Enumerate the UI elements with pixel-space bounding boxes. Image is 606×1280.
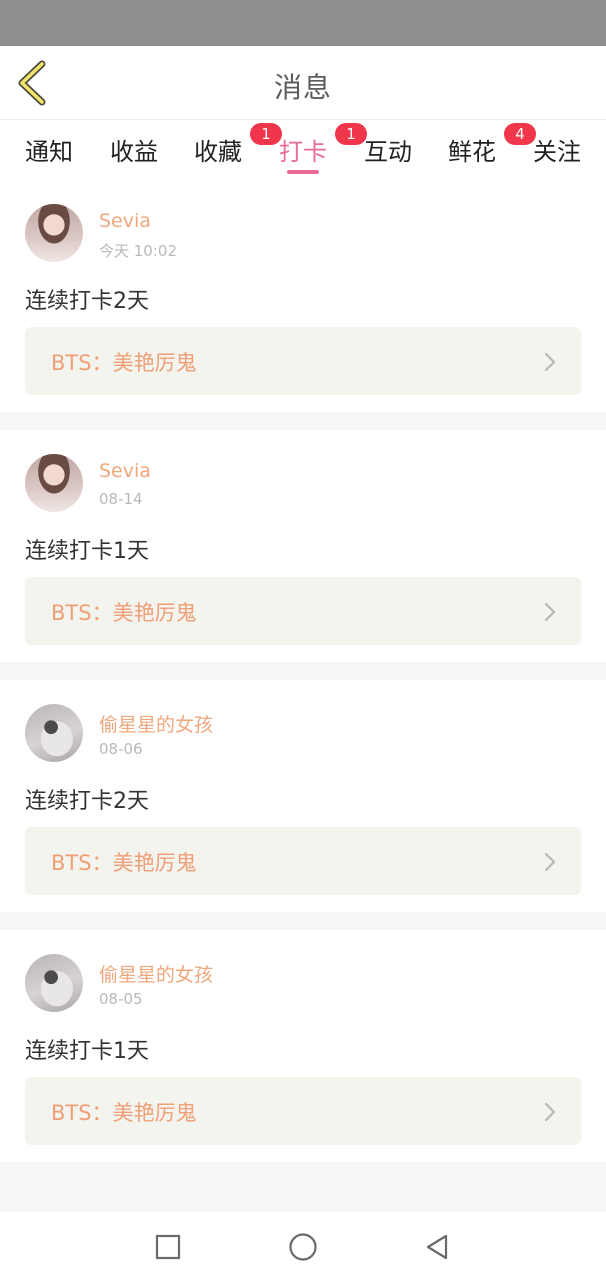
username[interactable]: 偷星星的女孩: [99, 710, 213, 737]
checkin-message: 连续打卡2天: [25, 789, 149, 814]
username[interactable]: 偷星星的女孩: [99, 960, 213, 987]
chevron-right-icon: [544, 852, 556, 872]
checkin-message: 连续打卡2天: [25, 289, 149, 314]
checkin-message: 连续打卡1天: [25, 539, 149, 564]
unread-badge: 4: [504, 123, 536, 145]
avatar[interactable]: [25, 954, 83, 1012]
checkin-message: 连续打卡1天: [25, 1039, 149, 1064]
tab-following[interactable]: 关注: [533, 132, 581, 167]
header: 消息: [0, 46, 606, 120]
tab-label: 打卡: [279, 138, 327, 166]
topic-link[interactable]: BTS：美艳厉鬼: [25, 827, 581, 895]
tab-interactions[interactable]: 互动: [364, 132, 412, 167]
topic-label: BTS：美艳厉鬼: [51, 601, 197, 625]
unread-badge: 1: [250, 123, 282, 145]
topic-link[interactable]: BTS：美艳厉鬼: [25, 577, 581, 645]
checkin-feed: Sevia 今天 10:02 连续打卡2天 BTS：美艳厉鬼 Sevia 08-…: [0, 180, 606, 1162]
chevron-right-icon: [544, 1102, 556, 1122]
tab-label: 通知: [25, 138, 73, 166]
timestamp: 08-14: [99, 490, 143, 508]
chevron-right-icon: [544, 602, 556, 622]
unread-badge: 1: [335, 123, 367, 145]
status-bar: [0, 0, 606, 46]
tab-bar: 通知 收益 收藏 1 打卡 1 互动 鲜花 4 关注: [0, 120, 606, 180]
tab-label: 收藏: [194, 138, 242, 166]
active-tab-indicator: [287, 170, 319, 174]
timestamp: 08-05: [99, 990, 143, 1008]
list-item: Sevia 08-14 连续打卡1天 BTS：美艳厉鬼: [0, 430, 606, 662]
tab-label: 收益: [110, 138, 158, 166]
triangle-back-icon: [426, 1234, 448, 1260]
username[interactable]: Sevia: [99, 210, 151, 232]
tab-label: 鲜花: [448, 138, 496, 166]
topic-link[interactable]: BTS：美艳厉鬼: [25, 1077, 581, 1145]
tab-notifications[interactable]: 通知: [25, 132, 73, 167]
tab-earnings[interactable]: 收益: [110, 132, 158, 167]
circle-icon: [289, 1233, 317, 1261]
topic-label: BTS：美艳厉鬼: [51, 1101, 197, 1125]
chevron-right-icon: [544, 352, 556, 372]
topic-link[interactable]: BTS：美艳厉鬼: [25, 327, 581, 395]
tab-checkin[interactable]: 打卡 1: [279, 123, 367, 167]
system-nav-bar: [0, 1212, 606, 1280]
avatar[interactable]: [25, 204, 83, 262]
username[interactable]: Sevia: [99, 460, 151, 482]
list-item: 偷星星的女孩 08-06 连续打卡2天 BTS：美艳厉鬼: [0, 680, 606, 912]
topic-label: BTS：美艳厉鬼: [51, 851, 197, 875]
system-back-button[interactable]: [423, 1232, 453, 1262]
page-title: 消息: [273, 71, 332, 104]
home-button[interactable]: [288, 1232, 318, 1262]
topic-label: BTS：美艳厉鬼: [51, 351, 197, 375]
timestamp: 今天 10:02: [99, 242, 177, 260]
tab-favorites[interactable]: 收藏 1: [194, 123, 282, 167]
square-icon: [155, 1234, 181, 1260]
recent-apps-button[interactable]: [153, 1232, 183, 1262]
timestamp: 08-06: [99, 740, 143, 758]
list-item: 偷星星的女孩 08-05 连续打卡1天 BTS：美艳厉鬼: [0, 930, 606, 1162]
tab-flowers[interactable]: 鲜花 4: [448, 123, 536, 167]
tab-label: 关注: [533, 138, 581, 166]
avatar[interactable]: [25, 704, 83, 762]
avatar[interactable]: [25, 454, 83, 512]
feed-end-space: [0, 1162, 606, 1212]
tab-label: 互动: [364, 138, 412, 166]
list-item: Sevia 今天 10:02 连续打卡2天 BTS：美艳厉鬼: [0, 180, 606, 412]
